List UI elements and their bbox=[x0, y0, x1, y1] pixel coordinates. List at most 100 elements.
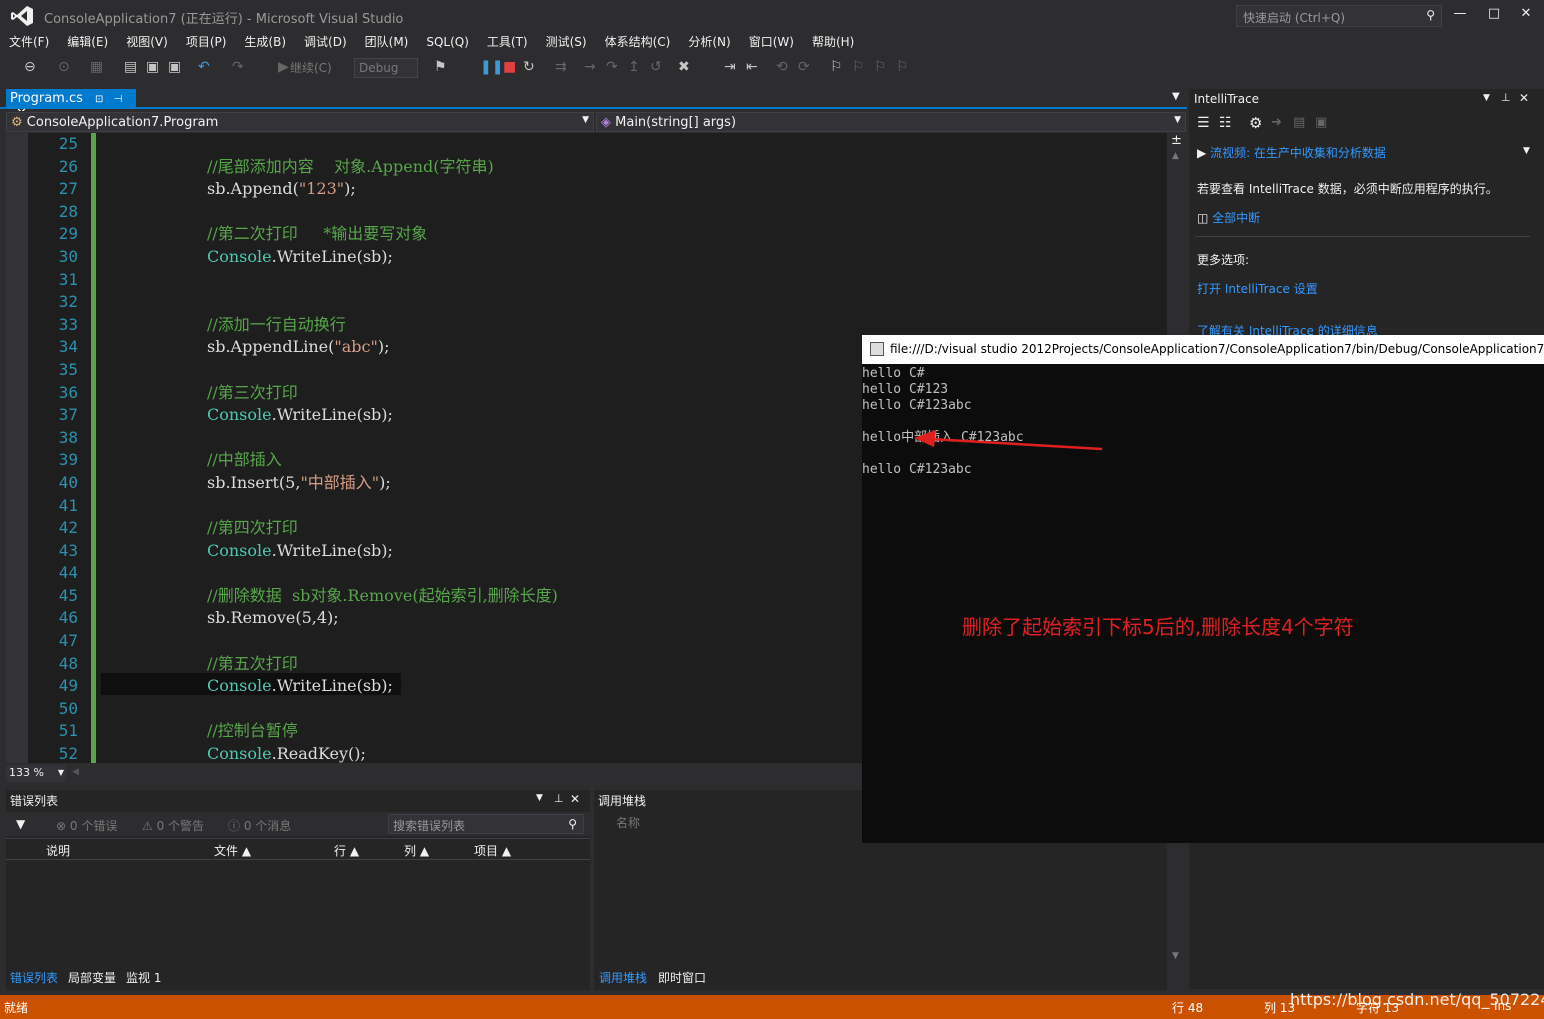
code-line: //删除数据 sb对象.Remove(起始索引,删除长度) bbox=[106, 585, 866, 608]
stop-icon[interactable]: ■ bbox=[503, 59, 516, 75]
step-back-icon[interactable]: ↺ bbox=[650, 59, 662, 75]
indent-icon[interactable]: ⇥ bbox=[724, 59, 736, 75]
tab-call-stack[interactable]: 调用堆栈 bbox=[599, 969, 647, 986]
menu-item[interactable]: 工具(T) bbox=[478, 32, 537, 52]
menu-item[interactable]: 体系结构(C) bbox=[596, 32, 680, 52]
video-link[interactable]: ▶ 流视频: 在生产中收集和分析数据 bbox=[1197, 144, 1386, 161]
gear-icon[interactable]: ⚙ bbox=[1249, 114, 1262, 132]
console-title-bar: file:///D:/visual studio 2012Projects/Co… bbox=[862, 335, 1544, 364]
bookmark-icon[interactable]: ⚐ bbox=[830, 59, 843, 75]
member-dropdown[interactable]: ◈ Main(string[] args) ▼ bbox=[596, 112, 1186, 132]
column-description[interactable]: 说明 bbox=[46, 842, 70, 859]
column-name[interactable]: 名称 bbox=[616, 814, 640, 831]
code-line: Console.ReadKey(); bbox=[106, 743, 866, 763]
menu-item[interactable]: 团队(M) bbox=[356, 32, 418, 52]
play-icon[interactable]: ▶ bbox=[278, 59, 289, 75]
error-search-input[interactable]: 搜索错误列表 ⚲ bbox=[388, 814, 584, 834]
quick-launch-input[interactable]: 快速启动 (Ctrl+Q) ⚲ bbox=[1236, 5, 1442, 27]
save-icon[interactable]: ▣ bbox=[146, 59, 159, 75]
exception-icon[interactable]: ✖ bbox=[678, 59, 690, 75]
show-next-statement-icon[interactable]: ⇉ bbox=[555, 59, 567, 75]
uncomment-icon[interactable]: ⟳ bbox=[798, 59, 810, 75]
close-panel-icon[interactable]: ✕ bbox=[570, 792, 580, 806]
outdent-icon[interactable]: ⇤ bbox=[746, 59, 758, 75]
menu-item[interactable]: 调试(D) bbox=[295, 32, 356, 52]
chevron-down-icon[interactable]: ▼ bbox=[1523, 146, 1530, 156]
undo-icon[interactable]: ↶ bbox=[198, 59, 210, 75]
method-icon: ◈ bbox=[601, 115, 611, 130]
break-all-link[interactable]: ◫ 全部中断 bbox=[1197, 209, 1260, 226]
class-dropdown[interactable]: ⚙ ConsoleApplication7.Program ▼ bbox=[6, 112, 594, 132]
column-project[interactable]: 项目 ▲ bbox=[474, 842, 511, 859]
column-column[interactable]: 列 ▲ bbox=[404, 842, 429, 859]
clear-bookmarks-icon[interactable]: ⚐ bbox=[896, 59, 909, 75]
restart-icon[interactable]: ↻ bbox=[523, 59, 535, 75]
list-view-icon[interactable]: ☰ bbox=[1197, 115, 1210, 131]
open-settings-link[interactable]: 打开 IntelliTrace 设置 bbox=[1197, 280, 1318, 297]
menu-item[interactable]: 测试(S) bbox=[537, 32, 596, 52]
new-project-icon[interactable]: ▦ bbox=[90, 59, 103, 75]
menu-item[interactable]: 生成(B) bbox=[235, 32, 295, 52]
close-window-button[interactable]: ✕ bbox=[1516, 6, 1536, 21]
solution-config-dropdown[interactable]: Debug bbox=[354, 58, 418, 78]
go-forward-icon[interactable]: ➜ bbox=[1271, 115, 1282, 130]
warnings-filter-button[interactable]: ⚠ 0 个警告 bbox=[142, 817, 204, 834]
back-icon[interactable]: ⊖ bbox=[24, 59, 36, 75]
tab-error-list[interactable]: 错误列表 bbox=[10, 969, 58, 986]
errors-filter-button[interactable]: ⊗ 0 个错误 bbox=[56, 817, 117, 834]
menu-item[interactable]: 文件(F) bbox=[0, 32, 58, 52]
minimize-button[interactable]: — bbox=[1450, 6, 1470, 21]
line-number: 41 bbox=[58, 495, 78, 515]
comment-icon[interactable]: ⟲ bbox=[776, 59, 788, 75]
code-token: //第三次打印 bbox=[207, 382, 298, 402]
pin-icon[interactable]: ⊥ bbox=[1501, 91, 1511, 104]
step-out-icon[interactable]: ↥ bbox=[628, 59, 640, 75]
panel-menu-icon[interactable]: ▼ bbox=[1483, 93, 1490, 103]
step-into-icon[interactable]: → bbox=[584, 59, 596, 75]
step-over-icon[interactable]: ↷ bbox=[606, 59, 618, 75]
prev-bookmark-icon[interactable]: ⚐ bbox=[852, 59, 865, 75]
menu-item[interactable]: SQL(Q) bbox=[417, 32, 478, 52]
menu-item[interactable]: 项目(P) bbox=[177, 32, 236, 52]
forward-icon[interactable]: ⊙ bbox=[58, 59, 70, 75]
tab-immediate-window[interactable]: 即时窗口 bbox=[658, 969, 706, 986]
save-all-icon[interactable]: ▣ bbox=[168, 59, 181, 75]
save-icon[interactable]: ▣ bbox=[1315, 115, 1327, 130]
tab-program-cs[interactable]: Program.cs ⊡ ⊣ ✕ bbox=[6, 89, 136, 121]
tab-dropdown-icon[interactable]: ▼ bbox=[1172, 91, 1180, 102]
close-panel-icon[interactable]: ✕ bbox=[1519, 91, 1529, 105]
menu-item[interactable]: 视图(V) bbox=[117, 32, 177, 52]
scroll-up-icon[interactable]: ▲ bbox=[1172, 151, 1179, 161]
open-file-icon[interactable]: ▤ bbox=[124, 59, 137, 75]
tab-locals[interactable]: 局部变量 bbox=[68, 969, 116, 986]
menu-item[interactable]: 分析(N) bbox=[679, 32, 739, 52]
calls-view-icon[interactable]: ☷ bbox=[1219, 115, 1232, 131]
filter-icon[interactable]: ▼ bbox=[16, 817, 25, 831]
pause-icon[interactable]: ❚❚ bbox=[480, 59, 503, 75]
column-file[interactable]: 文件 ▲ bbox=[214, 842, 251, 859]
column-line[interactable]: 行 ▲ bbox=[334, 842, 359, 859]
scroll-down-icon[interactable]: ▼ bbox=[1172, 951, 1179, 961]
sort-asc-icon: ▲ bbox=[349, 844, 360, 858]
menu-item[interactable]: 编辑(E) bbox=[58, 32, 117, 52]
next-bookmark-icon[interactable]: ⚐ bbox=[874, 59, 887, 75]
scroll-left-icon[interactable]: ◀ bbox=[72, 767, 79, 777]
continue-button[interactable]: 继续(C) bbox=[290, 60, 332, 76]
pin-icon[interactable]: ⊥ bbox=[554, 792, 564, 805]
menu-item[interactable]: 帮助(H) bbox=[803, 32, 863, 52]
maximize-button[interactable]: □ bbox=[1484, 6, 1504, 21]
attach-icon[interactable]: ⚑ bbox=[434, 59, 447, 75]
panel-menu-icon[interactable]: ▼ bbox=[536, 793, 543, 803]
open-icon[interactable]: ▤ bbox=[1293, 115, 1305, 130]
redo-icon[interactable]: ↷ bbox=[232, 59, 244, 75]
tab-watch-1[interactable]: 监视 1 bbox=[126, 969, 161, 986]
messages-filter-button[interactable]: ⓘ 0 个消息 bbox=[228, 817, 291, 834]
zoom-dropdown[interactable]: 133 % ▼ bbox=[6, 765, 66, 782]
keep-open-icon[interactable]: ⊣ bbox=[114, 94, 123, 105]
split-icon[interactable]: ± bbox=[1171, 133, 1182, 148]
pin-icon[interactable]: ⊡ bbox=[95, 94, 103, 105]
messages-count: 0 个消息 bbox=[243, 819, 292, 833]
menu-item[interactable]: 窗口(W) bbox=[740, 32, 803, 52]
